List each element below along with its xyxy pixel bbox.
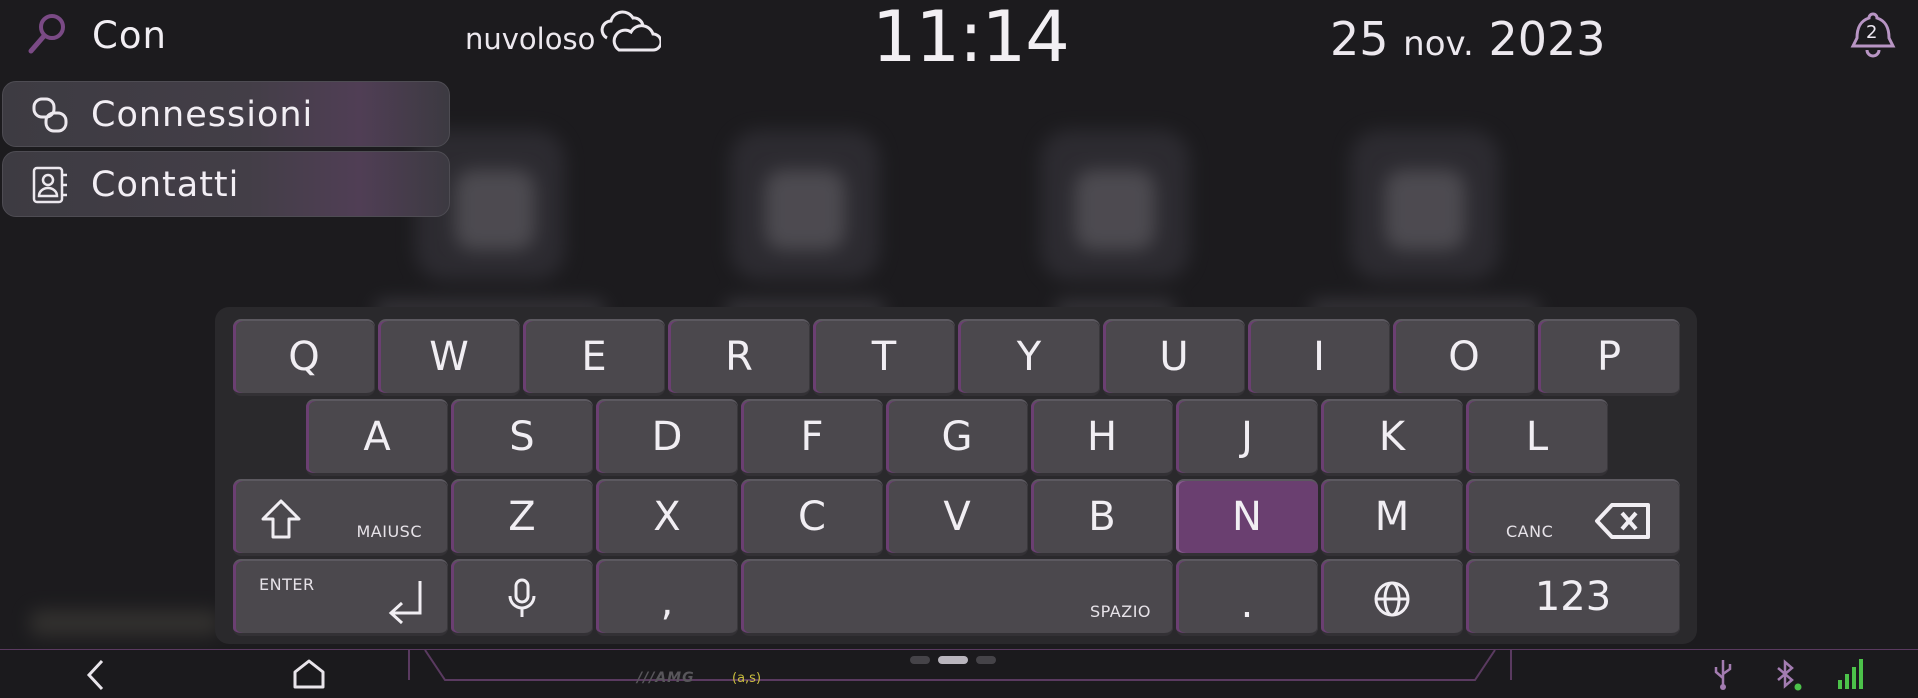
connections-icon [32,97,68,133]
brand-sub-label: (a,s) [732,671,762,686]
date-year: 2023 [1488,12,1606,66]
enter-label: ENTER [259,575,315,594]
suggestion-label: Contatti [91,165,240,205]
app-tile-icon [1075,170,1155,250]
date-day: 25 [1330,12,1389,66]
microphone-key[interactable] [451,559,593,636]
bottom-navigation-bar: ///AMG (a,s) [0,649,1918,698]
key-v[interactable]: V [886,479,1028,556]
date-display: 25 nov. 2023 [1330,12,1606,66]
key-z[interactable]: Z [451,479,593,556]
key-r[interactable]: R [668,319,810,396]
key-e[interactable]: E [523,319,665,396]
weather-widget[interactable]: nuvoloso [465,10,662,56]
search-query-text[interactable]: Con [92,14,167,57]
brand-logo: ///AMG [637,670,695,686]
globe-icon [1374,581,1410,617]
key-g[interactable]: G [886,399,1028,476]
cloud-icon [600,10,662,52]
space-label: SPAZIO [1090,602,1151,621]
onscreen-keyboard: Q W E R T Y U I O P A S D F G H J K L MA… [215,307,1697,644]
enter-key[interactable]: ENTER [233,559,448,636]
microphone-icon [508,578,536,617]
key-i[interactable]: I [1248,319,1390,396]
shift-arrow-icon [261,499,301,539]
clock: 11:14 [872,0,1070,78]
key-w[interactable]: W [378,319,520,396]
bluetooth-icon [1777,659,1802,691]
blurred-text [30,610,220,636]
key-y[interactable]: Y [958,319,1100,396]
key-l[interactable]: L [1466,399,1608,476]
key-u[interactable]: U [1103,319,1245,396]
key-k[interactable]: K [1321,399,1463,476]
key-j[interactable]: J [1176,399,1318,476]
key-o[interactable]: O [1393,319,1535,396]
key-s[interactable]: S [451,399,593,476]
notification-count-badge: 2 [1866,22,1878,43]
search-suggestions: Connessioni Contatti [0,81,452,221]
key-p[interactable]: P [1538,319,1680,396]
backspace-icon [1595,503,1650,539]
page-dot-active[interactable] [938,656,968,664]
contacts-book-icon [32,166,67,204]
shift-label: MAIUSC [356,522,422,541]
delete-label: CANC [1506,522,1554,541]
weather-condition: nuvoloso [465,22,596,56]
key-a[interactable]: A [306,399,448,476]
key-t[interactable]: T [813,319,955,396]
numeric-mode-key[interactable]: 123 [1466,559,1680,636]
app-tile-icon [455,170,535,250]
signal-strength-icon [1838,659,1863,689]
page-indicator[interactable] [910,656,996,664]
key-n[interactable]: N [1176,479,1318,556]
key-d[interactable]: D [596,399,738,476]
key-h[interactable]: H [1031,399,1173,476]
suggestion-label: Connessioni [91,95,314,135]
top-status-bar: Con nuvoloso 11:14 25 nov. 2023 2 [0,0,1918,78]
key-m[interactable]: M [1321,479,1463,556]
language-key[interactable] [1321,559,1463,636]
key-f[interactable]: F [741,399,883,476]
app-tile-icon [765,170,845,250]
app-tile-icon [1385,170,1465,250]
key-c[interactable]: C [741,479,883,556]
space-key[interactable]: SPAZIO [741,559,1173,636]
key-period[interactable]: . [1176,559,1318,636]
usb-icon [1714,660,1732,690]
page-dot[interactable] [910,656,930,664]
key-comma[interactable]: , [596,559,738,636]
delete-key[interactable]: CANC [1466,479,1680,556]
key-q[interactable]: Q [233,319,375,396]
page-dot[interactable] [976,656,996,664]
suggestion-connessioni[interactable]: Connessioni [2,81,450,147]
enter-return-icon [388,581,422,625]
key-b[interactable]: B [1031,479,1173,556]
back-icon[interactable] [84,658,108,692]
key-x[interactable]: X [596,479,738,556]
home-icon[interactable] [292,658,326,690]
search-icon[interactable] [26,12,68,56]
date-month: nov. [1403,24,1474,64]
suggestion-contatti[interactable]: Contatti [2,151,450,217]
shift-key[interactable]: MAIUSC [233,479,448,556]
